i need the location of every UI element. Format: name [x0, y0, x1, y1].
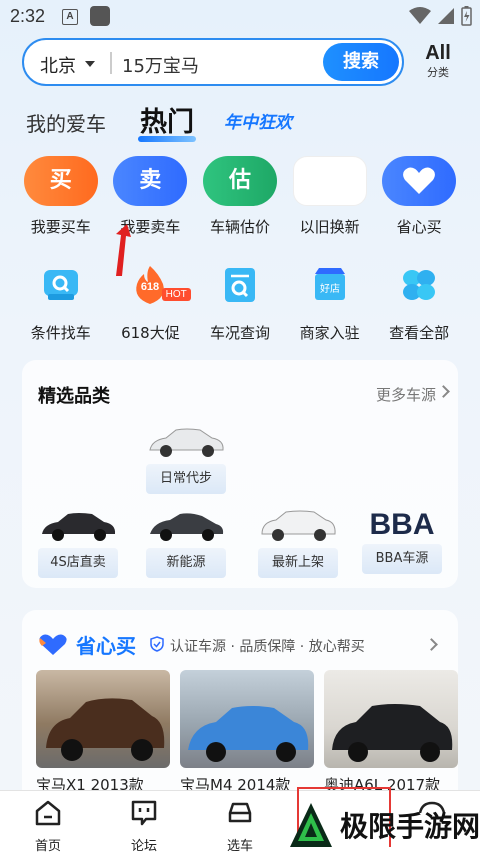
category-label: BBA车源	[362, 544, 442, 574]
chevron-right-icon[interactable]	[425, 638, 438, 651]
report-search-icon	[224, 268, 255, 302]
ev-sedan-image	[150, 513, 224, 541]
featured-categories-card: 精选品类 更多车源 日常代步 4S店直卖 新能源 最新上架 BBA BBA车源	[22, 360, 458, 588]
buy-icon: 买	[23, 156, 98, 206]
divider	[110, 52, 112, 74]
wifi-icon	[409, 7, 431, 24]
service-label: 车况查询	[209, 324, 270, 342]
category-label: 4S店直卖	[38, 548, 118, 578]
service-trade-in[interactable]: 以旧换新	[285, 156, 375, 237]
status-right-icons	[409, 6, 472, 26]
all-categories-button[interactable]: All 分类	[420, 42, 456, 80]
watermark-logo-icon	[290, 803, 332, 847]
worry-free-desc: 认证车源 · 品质保障 · 放心帮买	[170, 639, 365, 655]
forum-icon	[131, 800, 157, 826]
service-estimate[interactable]: 估 车辆估价	[195, 156, 285, 237]
status-bar: 2:32 A	[0, 0, 480, 32]
nav-label: 选车	[226, 839, 253, 854]
car-photo[interactable]	[324, 670, 458, 768]
watermark-text: 极限手游网	[340, 810, 480, 843]
more-cars-link[interactable]: 更多车源	[376, 384, 436, 405]
store-icon: 好店	[314, 268, 345, 300]
tab-my-car[interactable]: 我的爱车	[26, 108, 106, 137]
status-time: 2:32	[10, 6, 46, 26]
search-button[interactable]: 搜索	[323, 43, 399, 81]
shield-check-icon	[150, 636, 164, 652]
service-label: 我要买车	[30, 218, 91, 236]
svg-text:618: 618	[141, 281, 159, 293]
sedan-white-image	[149, 428, 224, 457]
nav-home[interactable]: 首页	[18, 799, 78, 854]
nav-label: 论坛	[130, 839, 157, 854]
featured-title: 精选品类	[38, 386, 110, 407]
caret-down-icon[interactable]	[85, 61, 95, 67]
audi-a6l-image	[332, 704, 453, 762]
service-label: 省心买	[396, 218, 442, 236]
category-daily-commute[interactable]: 日常代步	[146, 422, 226, 494]
search-box: 北京 15万宝马 搜索	[22, 38, 404, 86]
car-icon	[228, 802, 252, 823]
suv-white-image	[261, 510, 336, 541]
city-selector[interactable]: 北京	[40, 52, 76, 78]
nav-label: 首页	[34, 839, 61, 854]
home-icon	[35, 800, 61, 826]
service-label: 车辆估价	[209, 218, 270, 236]
sell-icon: 卖	[113, 156, 188, 206]
services-row-1: 买 我要买车 卖 我要卖车 估 车辆估价 以旧换新 省心买	[16, 156, 464, 237]
service-label: 618大促	[121, 324, 180, 342]
tab-promo[interactable]: 年中狂欢	[224, 108, 292, 133]
battery-icon	[461, 6, 472, 26]
nav-forum[interactable]: 论坛	[114, 799, 174, 854]
svg-text:好店: 好店	[320, 282, 340, 295]
car-photo[interactable]	[36, 670, 170, 768]
worry-free-title: 省心买	[76, 634, 136, 658]
chevron-right-icon[interactable]	[437, 385, 450, 398]
tab-hot[interactable]: 热门	[140, 100, 194, 139]
category-label: 日常代步	[146, 464, 226, 494]
category-bba[interactable]: BBA BBA车源	[362, 506, 442, 574]
service-worry-free[interactable]: 省心买	[374, 156, 464, 237]
watermark: 极限手游网	[288, 798, 480, 852]
sedan-black-image	[42, 513, 116, 541]
heart-icon	[382, 156, 457, 206]
service-view-all[interactable]: 查看全部	[374, 264, 464, 343]
service-label: 查看全部	[389, 324, 450, 342]
car-photo[interactable]	[180, 670, 314, 768]
hot-badge: HOT	[161, 288, 191, 301]
bba-logo: BBA	[369, 508, 435, 541]
notification-a-icon: A	[62, 9, 78, 25]
service-buy-car[interactable]: 买 我要买车	[16, 156, 106, 237]
service-label: 以旧换新	[299, 218, 360, 236]
nav-choose-car[interactable]: 选车	[210, 799, 270, 854]
notification-square-icon	[90, 6, 110, 26]
service-label: 商家入驻	[299, 324, 360, 342]
service-label: 条件找车	[30, 324, 91, 342]
bmw-x1-image	[46, 698, 165, 761]
trade-in-icon	[292, 156, 367, 206]
tab-active-indicator	[138, 136, 196, 142]
search-input[interactable]: 15万宝马	[122, 52, 199, 78]
all-label: All	[425, 42, 451, 64]
service-merchant-join[interactable]: 好店 商家入驻	[285, 264, 375, 343]
heart-logo-icon	[39, 634, 67, 655]
signal-icon	[438, 8, 454, 24]
category-new-energy[interactable]: 新能源	[146, 506, 226, 578]
category-latest[interactable]: 最新上架	[258, 506, 338, 578]
category-label: 最新上架	[258, 548, 338, 578]
car-search-icon	[43, 270, 78, 300]
grid-icon	[403, 270, 436, 300]
category-label: 新能源	[146, 548, 226, 578]
service-618-promo[interactable]: 618 HOT 618大促	[106, 264, 196, 343]
worry-free-card: 省心买 认证车源 · 品质保障 · 放心帮买 宝马X1 2013款 宝马M4 2…	[22, 610, 458, 810]
service-condition-report[interactable]: 车况查询	[195, 264, 285, 343]
services-row-2: 条件找车 618 HOT 618大促 车况查询 好店 商家入驻 查看全部	[16, 264, 464, 343]
category-4s-direct[interactable]: 4S店直卖	[38, 506, 118, 578]
category-label: 分类	[427, 66, 449, 79]
service-condition-search[interactable]: 条件找车	[16, 264, 106, 343]
estimate-icon: 估	[202, 156, 277, 206]
bmw-m4-image	[188, 706, 309, 762]
search-row: 北京 15万宝马 搜索 All 分类	[22, 38, 462, 86]
